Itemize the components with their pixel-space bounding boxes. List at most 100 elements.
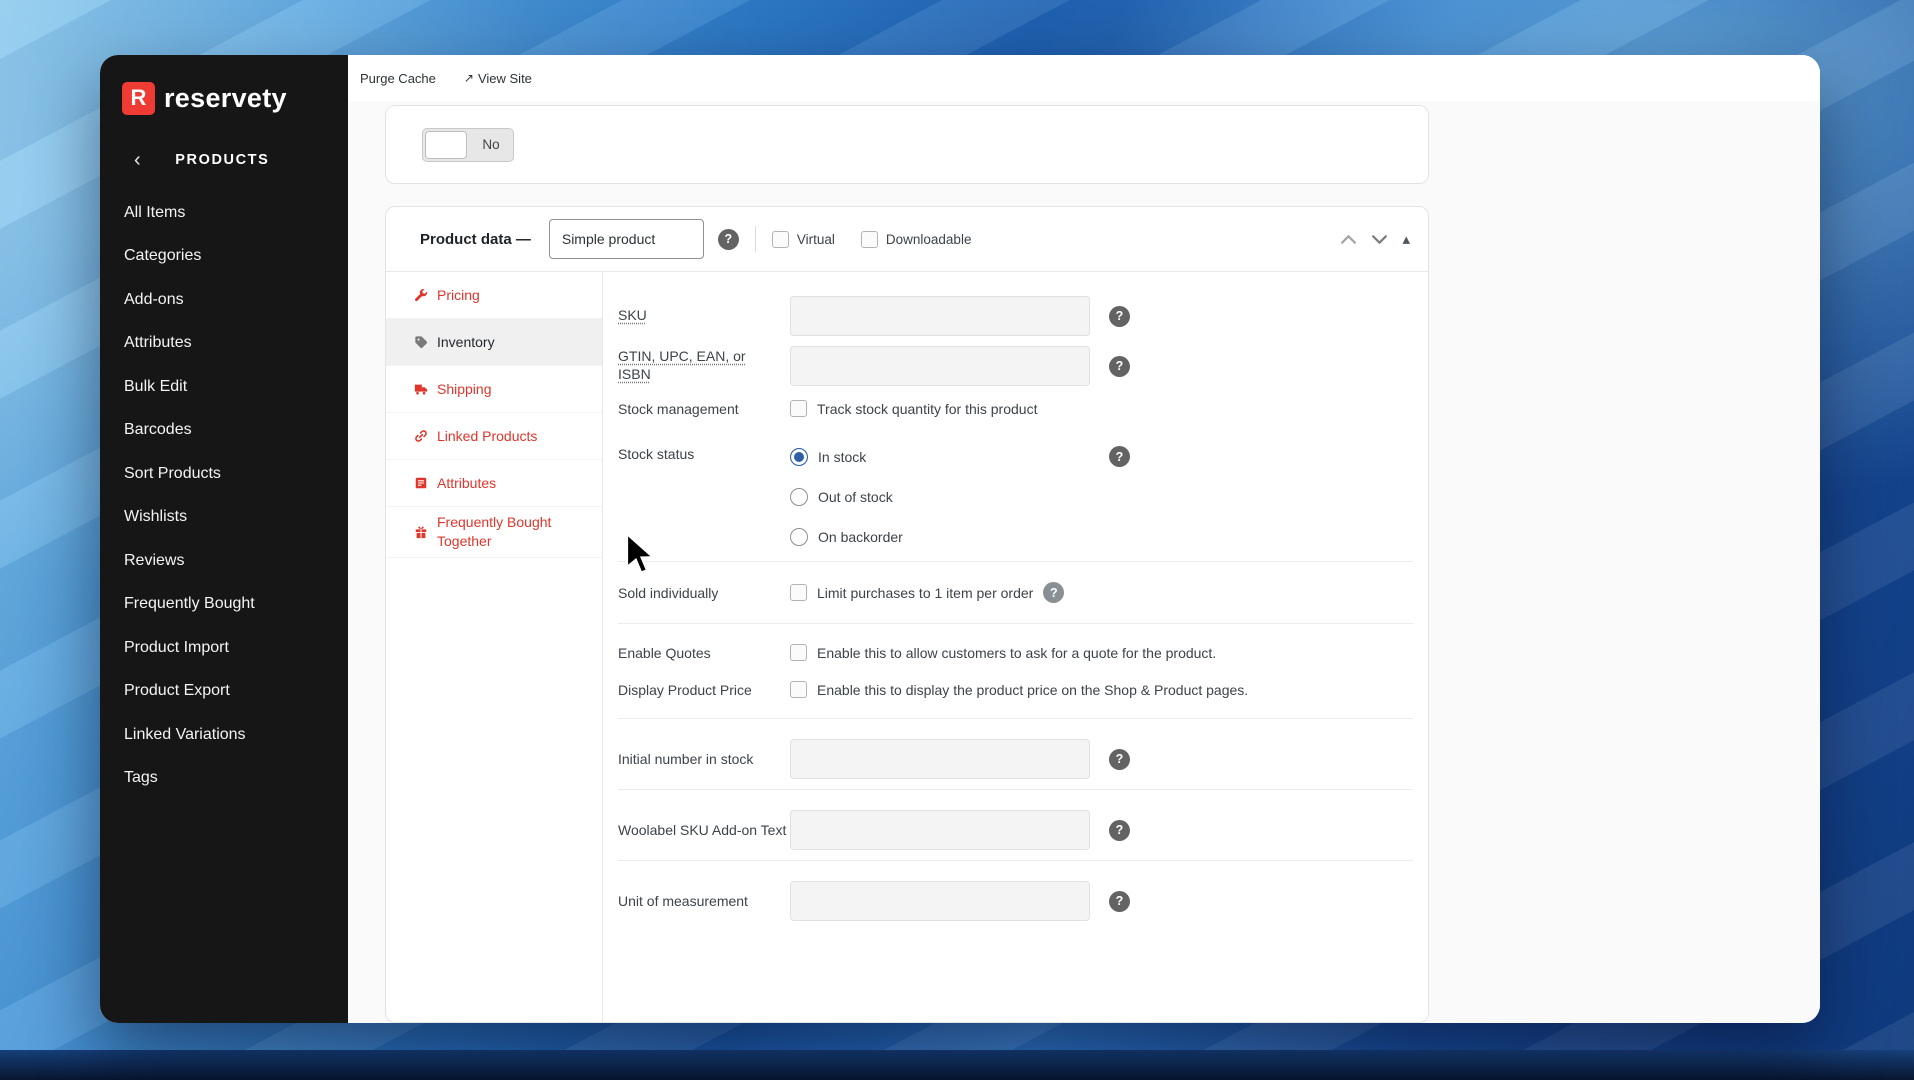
display-price-checkbox[interactable] [790,681,807,698]
product-data-tabs: Pricing Inventory Shipping Linked Produc… [386,272,603,1022]
sidebar-item-sort-products[interactable]: Sort Products [100,452,348,496]
track-stock-checkbox[interactable] [790,400,807,417]
gtin-label: GTIN, UPC, EAN, or ISBN [618,348,746,382]
product-data-header: Product data — Simple product ? Virtual … [386,207,1428,272]
tab-frequently-bought-together-label: Frequently Bought Together [437,514,552,549]
panel-header-controls: ▴ [1340,230,1410,248]
downloadable-checkbox-row: Downloadable [860,230,971,248]
sold-individually-row: Sold individually Limit purchases to 1 i… [618,582,1428,603]
sidebar-section-title: PRODUCTS [175,152,270,168]
initial-stock-input[interactable] [790,739,1090,779]
tab-attributes-label: Attributes [437,475,497,491]
virtual-checkbox[interactable] [771,230,789,248]
on-backorder-label: On backorder [818,529,903,545]
sidebar-item-add-ons[interactable]: Add-ons [100,278,348,322]
downloadable-checkbox[interactable] [860,230,878,248]
setting-card: No [385,105,1429,184]
brand-logo[interactable]: R reservety [100,77,348,119]
help-icon[interactable]: ? [717,228,739,250]
unit-input[interactable] [790,881,1090,921]
tab-pricing[interactable]: Pricing [386,272,602,319]
sidebar-item-product-export[interactable]: Product Export [100,670,348,714]
sidebar-item-reviews[interactable]: Reviews [100,539,348,583]
divider [618,623,1413,624]
divider [754,226,756,252]
stock-status-out-of-stock-row: Out of stock [790,477,903,517]
sold-individually-checkbox[interactable] [790,584,807,601]
external-link-icon: ↗ [463,71,474,85]
toggle-knob [425,130,467,159]
truck-icon [414,384,428,395]
view-site-link[interactable]: ↗ View Site [464,71,532,86]
app-window: R reservety ‹ PRODUCTS All Items Categor… [100,55,1820,1023]
wrench-icon [415,289,428,302]
tab-shipping-label: Shipping [437,381,492,397]
virtual-label: Virtual [796,231,835,247]
sku-help-icon[interactable]: ? [1109,305,1130,327]
enable-quotes-label: Enable Quotes [618,644,711,661]
woolabel-row: Woolabel SKU Add-on Text ? [618,810,1130,850]
tab-shipping[interactable]: Shipping [386,366,602,413]
sidebar-section-header: ‹ PRODUCTS [100,143,348,177]
in-stock-radio[interactable] [790,448,808,466]
admin-topbar: Purge Cache ↗ View Site [348,55,1820,101]
woolabel-help-icon[interactable]: ? [1109,819,1130,841]
sidebar-item-attributes[interactable]: Attributes [100,322,348,366]
sidebar-item-linked-variations[interactable]: Linked Variations [100,713,348,757]
purge-cache-link[interactable]: Purge Cache [360,71,436,86]
sold-individually-help-icon[interactable]: ? [1043,582,1065,603]
sidebar: R reservety ‹ PRODUCTS All Items Categor… [100,55,348,1023]
collapse-panel-icon[interactable]: ▴ [1402,230,1410,248]
stock-status-in-stock-row: In stock [790,437,903,477]
on-backorder-radio[interactable] [790,528,808,546]
tab-pricing-label: Pricing [437,287,480,303]
sidebar-item-bulk-edit[interactable]: Bulk Edit [100,365,348,409]
track-stock-label: Track stock quantity for this product [817,400,1038,417]
stock-status-help-icon[interactable]: ? [1109,446,1130,467]
toggle-label: No [482,137,500,152]
initial-stock-label: Initial number in stock [618,751,754,767]
tab-attributes[interactable]: Attributes [386,460,602,507]
sidebar-item-product-import[interactable]: Product Import [100,626,348,670]
list-icon [415,477,427,489]
tab-frequently-bought-together[interactable]: Frequently Bought Together [386,507,602,558]
view-site-label: View Site [477,70,532,86]
tab-linked-products-label: Linked Products [437,428,538,444]
display-price-label: Display Product Price [618,681,752,698]
stock-management-row: Stock management Track stock quantity fo… [618,400,1428,417]
chevron-left-icon[interactable]: ‹ [134,150,141,170]
sku-label: SKU [618,307,647,323]
stock-status-on-backorder-row: On backorder [790,517,903,557]
tab-inventory[interactable]: Inventory [386,319,602,366]
sidebar-item-tags[interactable]: Tags [100,757,348,801]
sidebar-item-categories[interactable]: Categories [100,235,348,279]
product-type-select[interactable]: Simple product [548,219,704,259]
unit-help-icon[interactable]: ? [1109,890,1130,912]
enable-quotes-checkbox[interactable] [790,644,807,661]
initial-stock-help-icon[interactable]: ? [1109,748,1130,770]
toggle-switch[interactable]: No [422,127,514,162]
tab-linked-products[interactable]: Linked Products [386,413,602,460]
gtin-help-icon[interactable]: ? [1109,355,1130,377]
out-of-stock-radio[interactable] [790,488,808,506]
stock-management-label: Stock management [618,400,739,417]
inventory-form: SKU ? GTIN, UPC, EAN, or ISBN ? Stock ma… [603,272,1428,1022]
sidebar-item-wishlists[interactable]: Wishlists [100,496,348,540]
stock-status-options: In stock Out of stock On backorder [790,437,903,557]
sidebar-item-frequently-bought[interactable]: Frequently Bought [100,583,348,627]
tab-inventory-label: Inventory [437,334,495,350]
sidebar-item-barcodes[interactable]: Barcodes [100,409,348,453]
link-icon [415,430,427,442]
tag-icon [415,336,428,349]
sidebar-item-all-items[interactable]: All Items [100,191,348,235]
woolabel-input[interactable] [790,810,1090,850]
divider [618,718,1413,719]
gtin-input[interactable] [790,346,1090,386]
product-data-panel: Product data — Simple product ? Virtual … [385,206,1429,1023]
sku-row: SKU ? [618,296,1130,336]
desktop-dock-strip [0,1050,1914,1080]
sold-individually-text: Limit purchases to 1 item per order [817,584,1034,601]
sku-input[interactable] [790,296,1090,336]
chevron-down-icon[interactable] [1371,233,1388,246]
chevron-up-icon[interactable] [1340,233,1357,246]
